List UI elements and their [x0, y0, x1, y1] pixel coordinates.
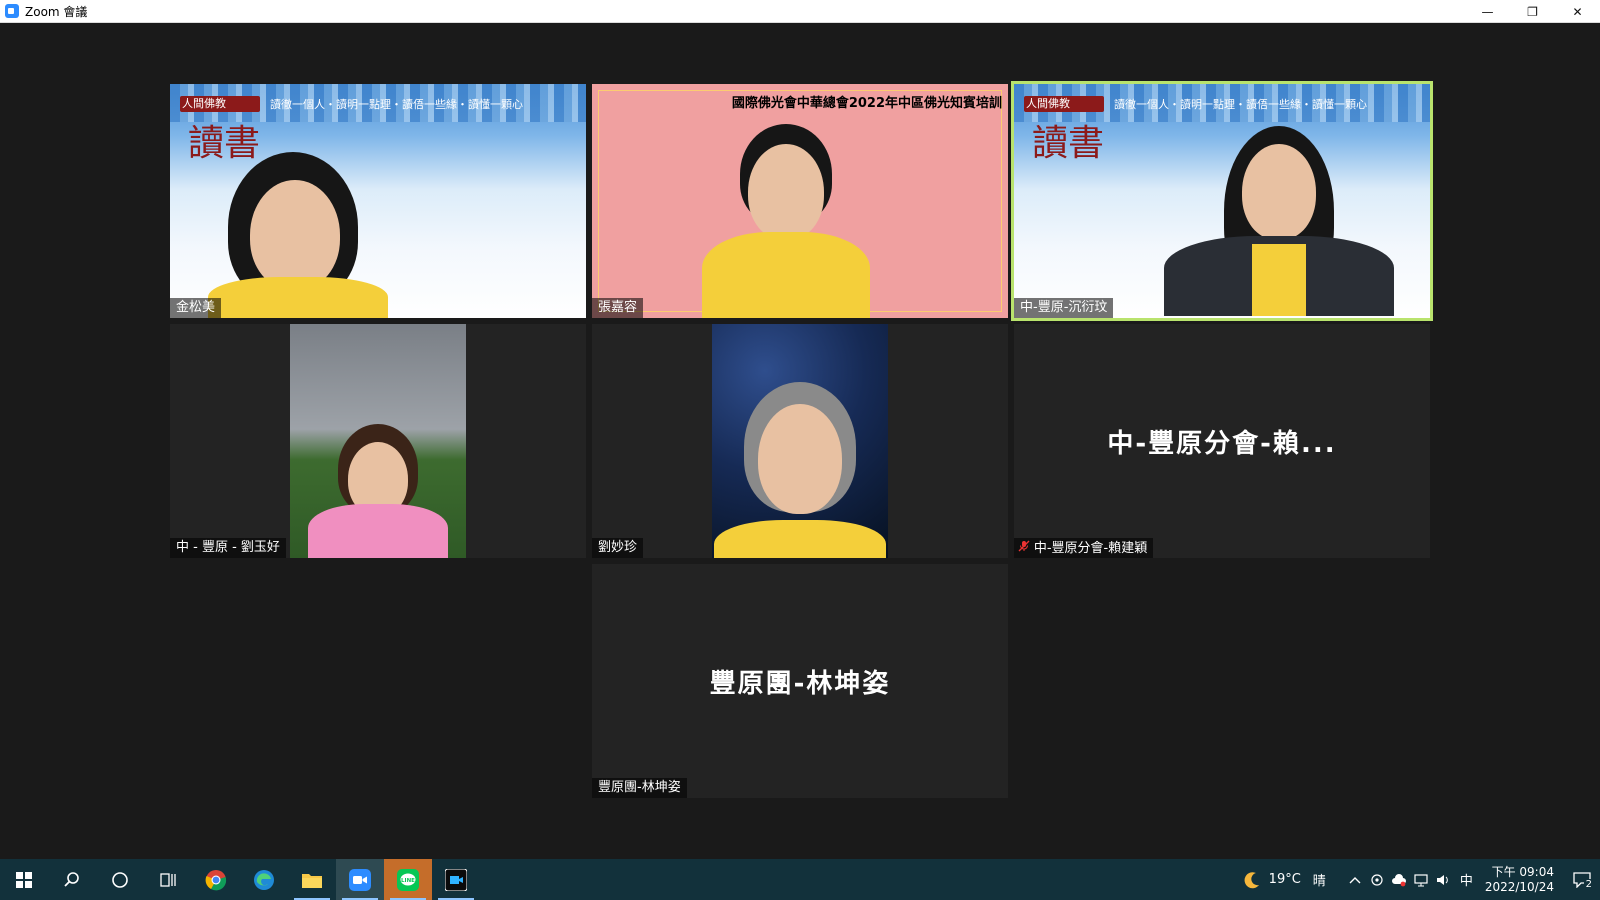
close-button[interactable]: ✕ — [1555, 0, 1600, 23]
cortana-icon[interactable] — [96, 859, 144, 900]
participant-name: 中-豐原-沉衍玟 — [1014, 298, 1114, 318]
system-tray: 19°C 晴 中 下午 09:04 2022/10/24 2 — [1241, 859, 1600, 900]
weather-temp[interactable]: 19°C — [1269, 872, 1301, 887]
background-slogan: 讀徹一個人・讀明一點理・讀俉一些緣・讀懂一顆心 — [1114, 98, 1367, 111]
participant-video — [712, 324, 888, 558]
volume-icon[interactable] — [1432, 869, 1454, 891]
clock-time: 下午 09:04 — [1491, 864, 1554, 879]
participant-name: 中-豐原分會-賴建穎 — [1033, 541, 1148, 556]
zoom-icon[interactable] — [336, 859, 384, 900]
participant-name: 豐原團-林坤姿 — [592, 778, 687, 798]
file-explorer-icon[interactable] — [288, 859, 336, 900]
gallery-view: 人間佛教 讀徹一個人・讀明一點理・讀俉一些緣・讀懂一顆心 讀書 金松美 國際佛光… — [0, 23, 1600, 859]
background-calligraphy: 讀書 — [188, 123, 261, 164]
clock-date: 2022/10/24 — [1484, 879, 1554, 894]
window-title: Zoom 會議 — [25, 4, 88, 19]
window-titlebar: Zoom 會議 — ❐ ✕ — [0, 0, 1600, 23]
weather-condition[interactable]: 晴 — [1313, 870, 1326, 889]
ime-indicator[interactable]: 中 — [1460, 870, 1473, 889]
participant-tile[interactable]: 劉妙珍 — [592, 324, 1008, 558]
video-app-icon[interactable] — [432, 859, 480, 900]
participant-tile[interactable]: 人間佛教 讀徹一個人・讀明一點理・讀俉一些緣・讀懂一顆心 讀書 金松美 — [170, 84, 586, 318]
restore-button[interactable]: ❐ — [1510, 0, 1555, 23]
participant-video — [290, 324, 466, 558]
network-icon[interactable] — [1410, 869, 1432, 891]
background-header-text: 國際佛光會中華總會2022年中區佛光知賓培訓 — [731, 96, 1002, 111]
participant-name: 劉妙珍 — [592, 538, 644, 558]
participant-tile[interactable]: 國際佛光會中華總會2022年中區佛光知賓培訓 張嘉容 — [592, 84, 1008, 318]
window-controls: — ❐ ✕ — [1465, 0, 1600, 23]
participant-name-label: 中-豐原分會-賴建穎 — [1014, 538, 1154, 558]
participant-name: 中 - 豐原 - 劉玉好 — [170, 538, 286, 558]
background-banner-text: 人間佛教 — [1026, 97, 1070, 110]
windows-taskbar: LINE 19°C 晴 中 下午 09:04 2022/10/24 2 — [0, 859, 1600, 900]
chevron-up-icon[interactable] — [1344, 869, 1366, 891]
participant-tile[interactable]: 中 - 豐原 - 劉玉好 — [170, 324, 586, 558]
background-banner-text: 人間佛教 — [182, 97, 226, 110]
background-slogan: 讀徹一個人・讀明一點理・讀俉一些緣・讀懂一顆心 — [270, 98, 523, 111]
taskbar-clock[interactable]: 下午 09:04 2022/10/24 — [1485, 865, 1554, 895]
participant-display-name: 豐原團-林坤姿 — [709, 668, 891, 699]
search-icon[interactable] — [48, 859, 96, 900]
camera-tray-icon[interactable] — [1366, 869, 1388, 891]
participant-display-name: 中-豐原分會-賴... — [1107, 428, 1337, 459]
notification-badge: 2 — [1583, 878, 1594, 890]
participant-tile[interactable]: 中-豐原分會-賴... 中-豐原分會-賴建穎 — [1014, 324, 1430, 558]
edge-icon[interactable] — [240, 859, 288, 900]
participant-name: 金松美 — [170, 298, 222, 318]
participant-name: 張嘉容 — [592, 298, 644, 318]
background-calligraphy: 讀書 — [1032, 123, 1105, 164]
participant-tile[interactable]: 豐原團-林坤姿 豐原團-林坤姿 — [592, 564, 1008, 798]
minimize-button[interactable]: — — [1465, 0, 1510, 23]
line-icon[interactable]: LINE — [384, 859, 432, 900]
notification-center-icon[interactable]: 2 — [1564, 869, 1600, 891]
svg-text:LINE: LINE — [401, 878, 415, 884]
cloud-sync-icon[interactable] — [1388, 869, 1410, 891]
chrome-icon[interactable] — [192, 859, 240, 900]
zoom-app-icon — [5, 4, 19, 18]
moon-weather-icon — [1241, 869, 1263, 891]
start-icon[interactable] — [0, 859, 48, 900]
participant-tile-active-speaker[interactable]: 人間佛教 讀徹一個人・讀明一點理・讀俉一些緣・讀懂一顆心 讀書 中-豐原-沉衍玟 — [1011, 81, 1433, 321]
mic-muted-icon — [1018, 540, 1034, 555]
task-view-icon[interactable] — [144, 859, 192, 900]
